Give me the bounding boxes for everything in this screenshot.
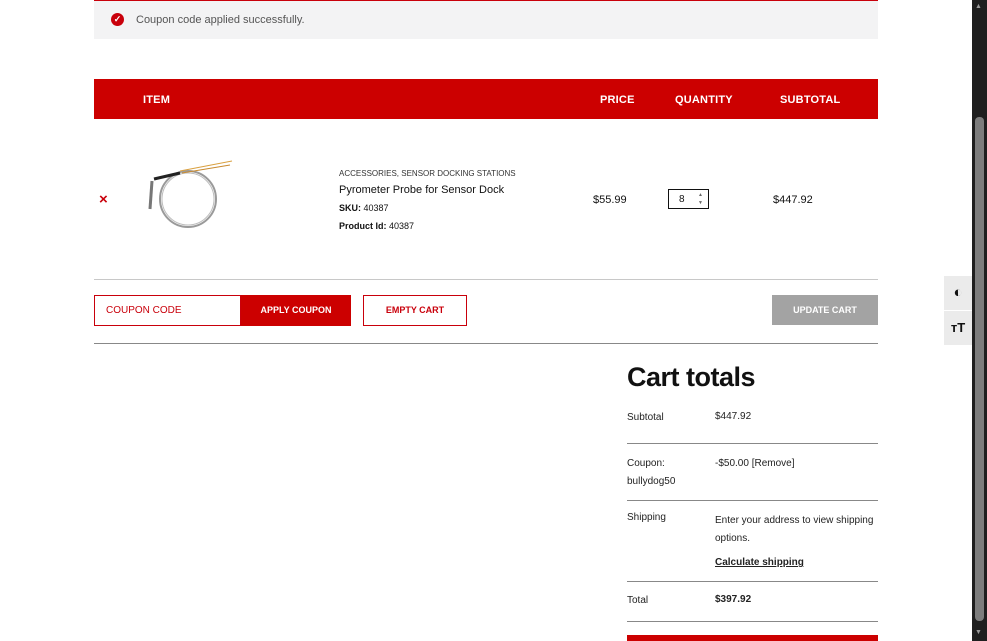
contrast-toggle-button[interactable]: ◐ (944, 276, 972, 310)
totals-shipping-row: Shipping Enter your address to view ship… (627, 501, 878, 582)
sku-value: 40387 (363, 203, 389, 213)
product-categories[interactable]: ACCESSORIES, SENSOR DOCKING STATIONS (339, 169, 516, 178)
text-size-icon: ᴛT (950, 320, 966, 335)
total-value: $397.92 (715, 594, 752, 605)
text-size-button[interactable]: ᴛT (944, 311, 972, 345)
cart-totals-title: Cart totals (627, 362, 756, 392)
coupon-discount: -$50.00 (715, 458, 749, 469)
sku-label: SKU: (339, 203, 361, 213)
coupon-code-input[interactable]: COUPON CODE (94, 295, 241, 326)
header-price: PRICE (600, 94, 635, 106)
item-price: $55.99 (593, 194, 627, 206)
product-id-label: Product Id: (339, 221, 387, 231)
coupon-label: Coupon: bullydog50 (627, 455, 675, 491)
empty-cart-button[interactable]: EMPTY CART (363, 295, 467, 326)
header-item: ITEM (143, 94, 171, 106)
shipping-label: Shipping (627, 512, 666, 523)
product-id: Product Id: 40387 (339, 221, 414, 231)
cart-actions: COUPON CODE APPLY COUPON EMPTY CART UPDA… (94, 280, 878, 344)
scrollbar-thumb[interactable] (975, 117, 984, 621)
item-subtotal: $447.92 (773, 194, 813, 206)
total-label: Total (627, 595, 649, 606)
subtotal-label: Subtotal (627, 412, 664, 423)
quantity-stepper[interactable]: 8 ▲ ▼ (668, 189, 709, 209)
cart-table-header: ITEM PRICE QUANTITY SUBTOTAL (94, 79, 878, 119)
check-circle-icon: ✓ (111, 13, 124, 26)
totals-subtotal-row: Subtotal $447.92 (627, 400, 878, 444)
chevron-up-icon[interactable]: ▲ (698, 192, 703, 198)
coupon-value: -$50.00 [Remove] (715, 455, 878, 473)
proceed-to-checkout-button[interactable] (627, 635, 878, 641)
scroll-down-arrow-icon[interactable]: ▼ (975, 629, 982, 636)
product-sku: SKU: 40387 (339, 203, 389, 213)
coupon-label-line1: Coupon: (627, 458, 665, 469)
totals-coupon-row: Coupon: bullydog50 -$50.00 [Remove] (627, 444, 878, 501)
quantity-value[interactable]: 8 (679, 194, 685, 205)
scroll-up-arrow-icon[interactable]: ▲ (975, 3, 982, 10)
cart-totals: Cart totals Subtotal $447.92 Coupon: bul… (627, 362, 878, 622)
header-quantity: QUANTITY (675, 94, 733, 106)
product-name-link[interactable]: Pyrometer Probe for Sensor Dock (339, 184, 504, 196)
update-cart-button[interactable]: UPDATE CART (772, 295, 878, 325)
calculate-shipping-link[interactable]: Calculate shipping (715, 554, 804, 572)
cart-item-row: × ACCESSORIES, SENSOR DOCKING STATIONS P… (94, 119, 878, 280)
header-subtotal: SUBTOTAL (780, 94, 841, 106)
contrast-icon: ◐ (953, 284, 963, 301)
product-thumbnail[interactable] (142, 157, 234, 237)
product-id-value: 40387 (389, 221, 415, 231)
coupon-success-notice: ✓ Coupon code applied successfully. (94, 0, 878, 39)
chevron-down-icon[interactable]: ▼ (698, 200, 703, 206)
apply-coupon-button[interactable]: APPLY COUPON (241, 295, 351, 326)
shipping-text: Enter your address to view shipping opti… (715, 515, 874, 544)
totals-total-row: Total $397.92 (627, 582, 878, 622)
remove-item-icon[interactable]: × (99, 191, 108, 208)
subtotal-value: $447.92 (715, 411, 752, 422)
coupon-code-name: bullydog50 (627, 476, 676, 487)
remove-coupon-link[interactable]: [Remove] (752, 458, 795, 469)
notice-message: Coupon code applied successfully. (136, 14, 305, 26)
